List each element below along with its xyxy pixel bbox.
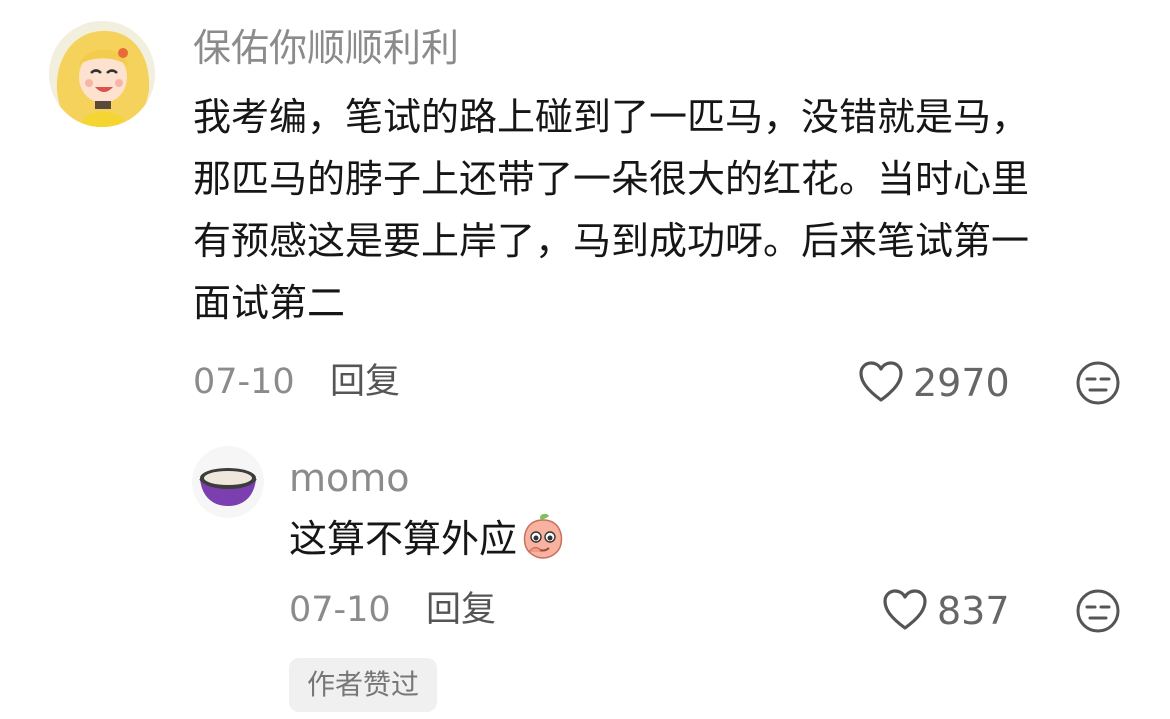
meh-face-icon xyxy=(1076,589,1120,633)
cartoon-girl-avatar-icon xyxy=(49,21,155,127)
emoji xyxy=(519,512,567,560)
commenter-username[interactable]: 保佑你顺顺利利 xyxy=(193,24,459,72)
dislike-button[interactable] xyxy=(1075,360,1121,406)
like-count: 2970 xyxy=(913,361,1010,405)
reply-reply-button[interactable]: 回复 xyxy=(426,588,496,632)
comment-date: 07-10 xyxy=(193,362,295,402)
heart-outline-icon xyxy=(859,361,903,402)
reply-username[interactable]: momo xyxy=(289,454,410,502)
comment-line: 面试第二 xyxy=(193,281,346,325)
reply-dislike-button[interactable] xyxy=(1075,588,1121,634)
peach-emoji-icon xyxy=(523,513,563,559)
reply-like-count: 837 xyxy=(937,589,1010,633)
purple-bowl-icon xyxy=(199,468,257,506)
comment-line: 有预感这是要上岸了，马到成功呀。后来笔试第一 xyxy=(193,219,1030,263)
reply-text: 这算不算外应 xyxy=(289,517,518,561)
reply-body: 这算不算外应 xyxy=(289,508,567,570)
reply-avatar[interactable] xyxy=(192,446,264,518)
reply-date: 07-10 xyxy=(289,590,391,630)
reply-like-button[interactable] xyxy=(882,588,928,632)
comment-line: 我考编，笔试的路上碰到了一匹马，没错就是马， xyxy=(193,95,1030,139)
commenter-avatar[interactable] xyxy=(49,21,155,127)
like-button[interactable] xyxy=(858,360,904,404)
comment-line: 那匹马的脖子上还带了一朵很大的红花。当时心里 xyxy=(193,157,1030,201)
comment-reply-button[interactable]: 回复 xyxy=(330,360,400,404)
author-liked-badge: 作者赞过 xyxy=(289,658,438,712)
heart-outline-icon xyxy=(883,589,927,630)
comment-body: 我考编，笔试的路上碰到了一匹马，没错就是马， 那匹马的脖子上还带了一朵很大的红花… xyxy=(193,86,1143,334)
meh-face-icon xyxy=(1076,361,1120,405)
